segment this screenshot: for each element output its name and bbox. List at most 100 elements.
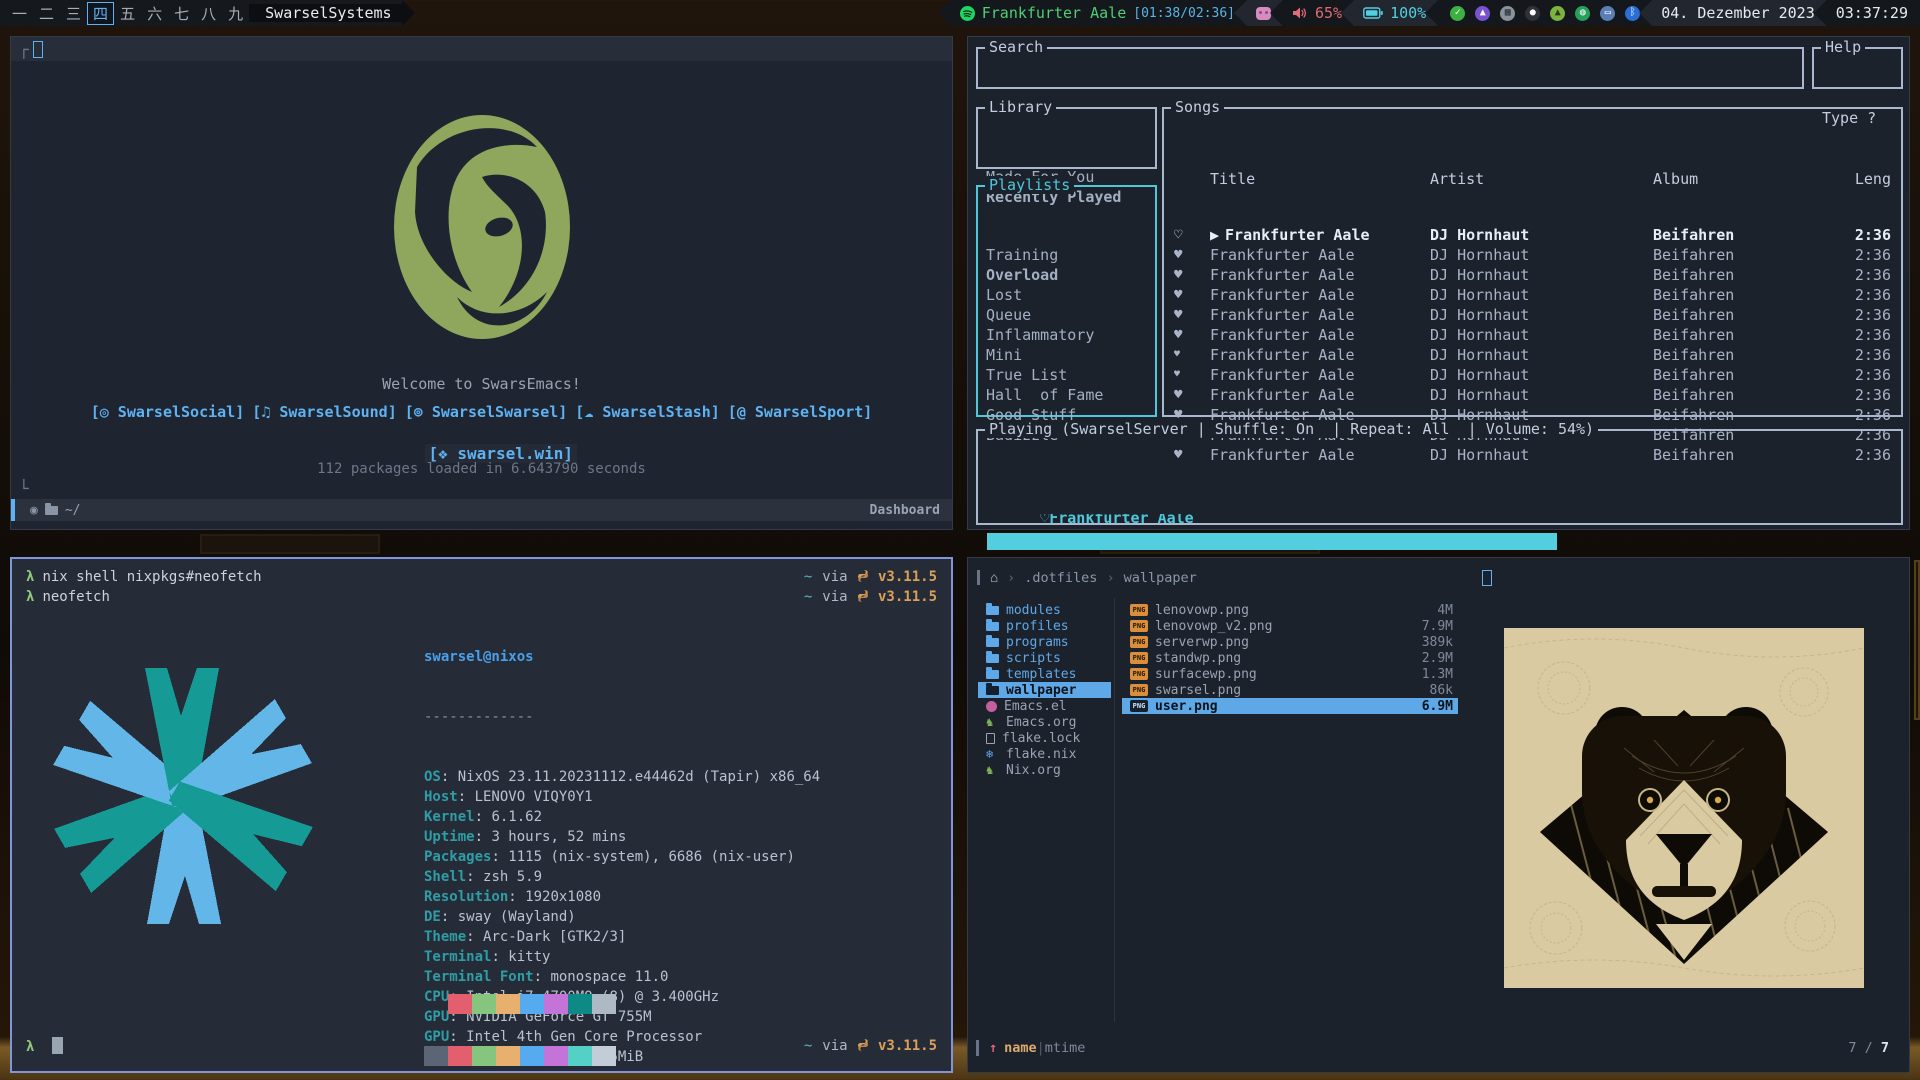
check-icon[interactable]: ✓ (1450, 6, 1465, 21)
file-row-modules[interactable]: modules (978, 602, 1111, 618)
heart-filled-icon[interactable]: ♥ (1174, 325, 1210, 345)
file-size: 2.9M (1422, 651, 1453, 666)
info-label: OS (424, 769, 441, 785)
shield-icon[interactable]: ▲ (1475, 6, 1490, 21)
file-row-profiles[interactable]: profiles (978, 618, 1111, 634)
info-value: 3 hours, 52 mins (491, 829, 626, 845)
tray-app-icon[interactable]: ▦ (1500, 6, 1515, 21)
song-title: ▶Frankfurter Aale (1210, 225, 1430, 245)
song-row[interactable]: ♥Frankfurter AaleDJ HornhautBeifahren2:3… (1164, 365, 1901, 385)
playlist-item-mini[interactable]: Mini (986, 345, 1155, 365)
playlist-item-hall-of-fame[interactable]: Hall of Fame (986, 385, 1155, 405)
palette-row-1 (424, 994, 616, 1014)
file-row-programs[interactable]: programs (978, 634, 1111, 650)
file-row-user.png[interactable]: PNGuser.png6.9M (1122, 698, 1458, 714)
search-box[interactable]: Search (976, 47, 1804, 89)
file-row-wallpaper[interactable]: wallpaper (978, 682, 1111, 698)
file-position-dim: 7 / (1848, 1040, 1881, 1056)
file-row-serverwp.png[interactable]: PNGserverwp.png389k (1122, 634, 1458, 650)
file-row-Nix.org[interactable]: ♞Nix.org (978, 762, 1111, 778)
heart-filled-icon[interactable]: ♥ (1174, 265, 1210, 285)
workspace-四[interactable]: 四 (87, 2, 114, 25)
music-status[interactable]: Frankfurter Aale [01:38/02:36] (938, 0, 1247, 26)
playlist-item-inflammatory[interactable]: Inflammatory (986, 325, 1155, 345)
workspace-一[interactable]: 一 (6, 2, 33, 25)
progress-bar[interactable] (987, 497, 1892, 514)
heart-filled-icon[interactable]: ♥ (1174, 365, 1210, 385)
heart-filled-icon[interactable]: ♥ (1174, 305, 1210, 325)
file-row-templates[interactable]: templates (978, 666, 1111, 682)
file-row-lenovowp.png[interactable]: PNGlenovowp.png4M (1122, 602, 1458, 618)
file-row-Emacs.el[interactable]: Emacs.el (978, 698, 1111, 714)
song-row[interactable]: ♥Frankfurter AaleDJ HornhautBeifahren2:3… (1164, 385, 1901, 405)
sort-alt-field[interactable]: mtime (1045, 1040, 1086, 1056)
song-row[interactable]: ♥Frankfurter AaleDJ HornhautBeifahren2:3… (1164, 305, 1901, 325)
playlist-item-overload[interactable]: Overload (986, 265, 1155, 285)
song-row[interactable]: ♡▶Frankfurter AaleDJ HornhautBeifahren2:… (1164, 225, 1901, 245)
info-value: 6.1.62 (491, 809, 542, 825)
playlist-item-true-list[interactable]: True List (986, 365, 1155, 385)
file-row-flake.lock[interactable]: flake.lock (978, 730, 1111, 746)
heart-filled-icon[interactable]: ♥ (1174, 385, 1210, 405)
breadcrumb-dotfiles[interactable]: .dotfiles (1024, 570, 1097, 586)
file-row-swarsel.png[interactable]: PNGswarsel.png86k (1122, 682, 1458, 698)
song-row[interactable]: ♥Frankfurter AaleDJ HornhautBeifahren2:3… (1164, 265, 1901, 285)
terminal-window[interactable]: λnix shell nixpkgs#neofetch ~via v3.11.5… (10, 557, 953, 1073)
file-row-surfacewp.png[interactable]: PNGsurfacewp.png1.3M (1122, 666, 1458, 682)
sort-ascending-icon[interactable]: ↑ (989, 1040, 997, 1056)
heart-outline-icon[interactable]: ♡ (1174, 225, 1210, 245)
breadcrumb-wallpaper[interactable]: wallpaper (1124, 570, 1197, 586)
workspace-二[interactable]: 二 (33, 2, 60, 25)
dashboard-button-SwarselSocial[interactable]: [◎ SwarselSocial] (91, 403, 245, 421)
info-colon: : (466, 869, 483, 885)
workspace-三[interactable]: 三 (60, 2, 87, 25)
info-label: Shell (424, 869, 466, 885)
workspace-九[interactable]: 九 (222, 2, 249, 25)
file-row-scripts[interactable]: scripts (978, 650, 1111, 666)
wheel-icon[interactable]: ◍ (1575, 6, 1590, 21)
folder-icon (986, 622, 999, 631)
png-file-icon: PNG (1130, 604, 1148, 616)
date-module[interactable]: 04. Dezember 2023 (1639, 0, 1827, 26)
bluetooth-icon[interactable]: ᛒ (1625, 6, 1640, 21)
song-album: Beifahren (1653, 225, 1849, 245)
monitor-icon[interactable]: ▭ (1600, 6, 1615, 21)
songs-label: Songs (1171, 98, 1224, 116)
heart-filled-icon[interactable]: ♥ (1174, 285, 1210, 305)
dashboard-button-SwarselSound[interactable]: [♫ SwarselSound] (252, 403, 397, 421)
tent-icon[interactable]: ▲ (1550, 6, 1565, 21)
workspace-七[interactable]: 七 (168, 2, 195, 25)
file-row-standwp.png[interactable]: PNGstandwp.png2.9M (1122, 650, 1458, 666)
file-row-Emacs.org[interactable]: ♞Emacs.org (978, 714, 1111, 730)
file-row-flake.nix[interactable]: ❄flake.nix (978, 746, 1111, 762)
playlist-item-queue[interactable]: Queue (986, 305, 1155, 325)
song-row[interactable]: ♥Frankfurter AaleDJ HornhautBeifahren2:3… (1164, 345, 1901, 365)
battery-module[interactable]: 100% (1341, 0, 1438, 26)
dashboard-button-SwarselStash[interactable]: [☁ SwarselStash] (575, 403, 720, 421)
heart-filled-icon[interactable]: ♥ (1174, 345, 1210, 365)
song-row[interactable]: ♥Frankfurter AaleDJ HornhautBeifahren2:3… (1164, 325, 1901, 345)
workspace-八[interactable]: 八 (195, 2, 222, 25)
system-tray[interactable]: ✓ ▲ ▦ ● ▲ ◍ ▭ ᛒ (1425, 0, 1652, 26)
sort-field[interactable]: name (1004, 1040, 1037, 1056)
dashboard-button-SwarselSport[interactable]: [@ SwarselSport] (728, 403, 873, 421)
song-row[interactable]: ♥Frankfurter AaleDJ HornhautBeifahren2:3… (1164, 285, 1901, 305)
dashboard-buttons: [◎ SwarselSocial] [♫ SwarselSound] [⊚ Swar… (11, 403, 952, 421)
file-size: 1.3M (1422, 667, 1453, 682)
breadcrumb[interactable]: ⌂ › .dotfiles › wallpaper (990, 570, 1197, 586)
dashboard-button-SwarselSwarsel[interactable]: [⊚ SwarselSwarsel] (405, 403, 568, 421)
song-row[interactable]: ♥Frankfurter AaleDJ HornhautBeifahren2:3… (1164, 245, 1901, 265)
file-row-lenovowp_v2.png[interactable]: PNGlenovowp_v2.png7.9M (1122, 618, 1458, 634)
workspace-六[interactable]: 六 (141, 2, 168, 25)
info-colon: : (458, 789, 475, 805)
playlist-item-lost[interactable]: Lost (986, 285, 1155, 305)
heart-filled-icon[interactable]: ♥ (1174, 245, 1210, 265)
playlist-item-training[interactable]: Training (986, 245, 1155, 265)
terminal-prompt-line[interactable]: λ ~via v3.11.5 (26, 1037, 937, 1055)
window-title-segment: SwarselSystems (249, 4, 401, 22)
workspace-五[interactable]: 五 (114, 2, 141, 25)
clock-module[interactable]: 03:37:29 (1814, 0, 1920, 26)
discord-icon[interactable]: ● (1525, 6, 1540, 21)
home-icon[interactable]: ⌂ (990, 570, 998, 586)
file-name: Emacs.org (1006, 715, 1076, 730)
